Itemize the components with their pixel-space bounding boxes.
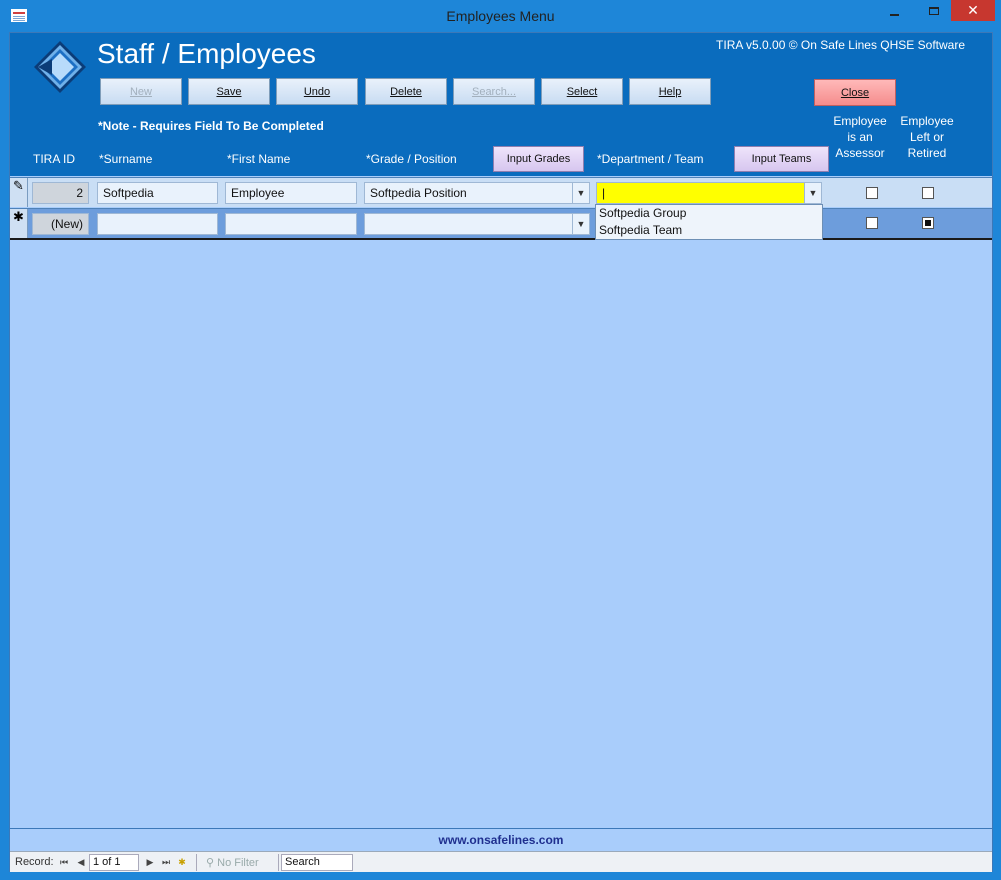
save-button[interactable]: Save	[188, 78, 270, 105]
undo-button[interactable]: Undo	[276, 78, 358, 105]
input-teams-button[interactable]: Input Teams	[734, 146, 829, 172]
separator	[278, 854, 279, 871]
website-link[interactable]: www.onsafelines.com	[10, 833, 992, 847]
tira-id-field: 2	[32, 182, 89, 204]
dropdown-option[interactable]: Softpedia Group	[596, 205, 822, 222]
record-selector[interactable]: ✎	[10, 178, 28, 207]
new-button[interactable]: New	[100, 78, 182, 105]
page-title: Staff / Employees	[97, 38, 316, 69]
dropdown-option[interactable]: Softpedia Team	[596, 222, 822, 239]
surname-field[interactable]	[97, 213, 218, 235]
first-record-icon[interactable]: ⏮	[58, 855, 70, 869]
close-icon: ✕	[967, 2, 979, 18]
col-grade: *Grade / Position	[366, 152, 457, 166]
assessor-checkbox[interactable]	[866, 217, 878, 229]
form-client: Staff / Employees TIRA v5.0.00 © On Safe…	[9, 32, 993, 872]
maximize-icon	[929, 6, 939, 15]
surname-field[interactable]: Softpedia	[97, 182, 218, 204]
chevron-down-icon[interactable]: ▼	[804, 183, 821, 203]
maximize-button[interactable]	[920, 0, 948, 21]
minimize-icon	[889, 13, 899, 16]
no-filter-label: No Filter	[217, 857, 259, 869]
form-footer: www.onsafelines.com	[10, 828, 992, 850]
required-note: *Note - Requires Field To Be Completed	[98, 119, 324, 133]
grade-value: Softpedia Position	[370, 186, 467, 200]
first-name-field[interactable]: Employee	[225, 182, 357, 204]
help-button[interactable]: Help	[629, 78, 711, 105]
form-header: Staff / Employees TIRA v5.0.00 © On Safe…	[10, 33, 992, 176]
search-button[interactable]: Search...	[453, 78, 535, 105]
left-retired-checkbox[interactable]	[922, 187, 934, 199]
tira-logo-icon	[34, 41, 86, 93]
chevron-down-icon[interactable]: ▼	[572, 183, 589, 203]
record-label: Record:	[15, 856, 54, 868]
delete-button[interactable]: Delete	[365, 78, 447, 105]
chevron-down-icon[interactable]: ▼	[572, 214, 589, 234]
separator	[196, 854, 197, 871]
title-bar: Employees Menu ✕	[0, 0, 1001, 32]
select-button[interactable]: Select	[541, 78, 623, 105]
assessor-checkbox[interactable]	[866, 187, 878, 199]
new-record-icon[interactable]: ✱	[176, 855, 188, 869]
version-label: TIRA v5.0.00 © On Safe Lines QHSE Softwa…	[716, 38, 965, 52]
col-surname: *Surname	[99, 152, 153, 166]
col-left-retired: Employee Left or Retired	[900, 114, 954, 160]
grade-combobox[interactable]: Softpedia Position ▼	[364, 182, 590, 204]
previous-record-icon[interactable]: ◀	[75, 855, 87, 869]
pencil-icon: ✎	[13, 178, 24, 193]
table-row[interactable]: ✎ 2 Softpedia Employee Softpedia Positio…	[10, 177, 992, 207]
col-department: *Department / Team	[597, 152, 704, 166]
record-navigation-bar: Record: ⏮ ◀ 1 of 1 ▶ ⏭ ✱ ⚲ No Filter Sea…	[10, 851, 992, 872]
department-dropdown-list[interactable]: Softpedia Group Softpedia Team	[595, 204, 823, 240]
first-name-field[interactable]	[225, 213, 357, 235]
window-title: Employees Menu	[446, 8, 555, 24]
filter-icon: ⚲	[206, 857, 215, 869]
grade-combobox[interactable]: ▼	[364, 213, 590, 235]
tira-id-field: (New)	[32, 213, 89, 235]
new-record-selector[interactable]: ✱	[10, 209, 28, 238]
minimize-button[interactable]	[880, 0, 908, 21]
no-filter-button[interactable]: ⚲ No Filter	[206, 856, 259, 869]
search-input[interactable]: Search	[281, 854, 353, 871]
input-grades-button[interactable]: Input Grades	[493, 146, 584, 172]
department-combobox[interactable]: | ▼	[596, 182, 822, 204]
next-record-icon[interactable]: ▶	[144, 855, 156, 869]
left-retired-checkbox[interactable]	[922, 217, 934, 229]
asterisk-icon: ✱	[13, 209, 24, 224]
col-assessor: Employee is an Assessor	[833, 114, 887, 160]
department-value: |	[602, 186, 606, 200]
last-record-icon[interactable]: ⏭	[160, 855, 172, 869]
close-button[interactable]: Close	[814, 79, 896, 106]
record-position-input[interactable]: 1 of 1	[89, 854, 139, 871]
close-window-button[interactable]: ✕	[951, 0, 995, 21]
col-tira-id: TIRA ID	[33, 152, 76, 166]
table-row[interactable]: ✱ (New) ▼	[10, 208, 992, 240]
col-first-name: *First Name	[227, 152, 291, 166]
